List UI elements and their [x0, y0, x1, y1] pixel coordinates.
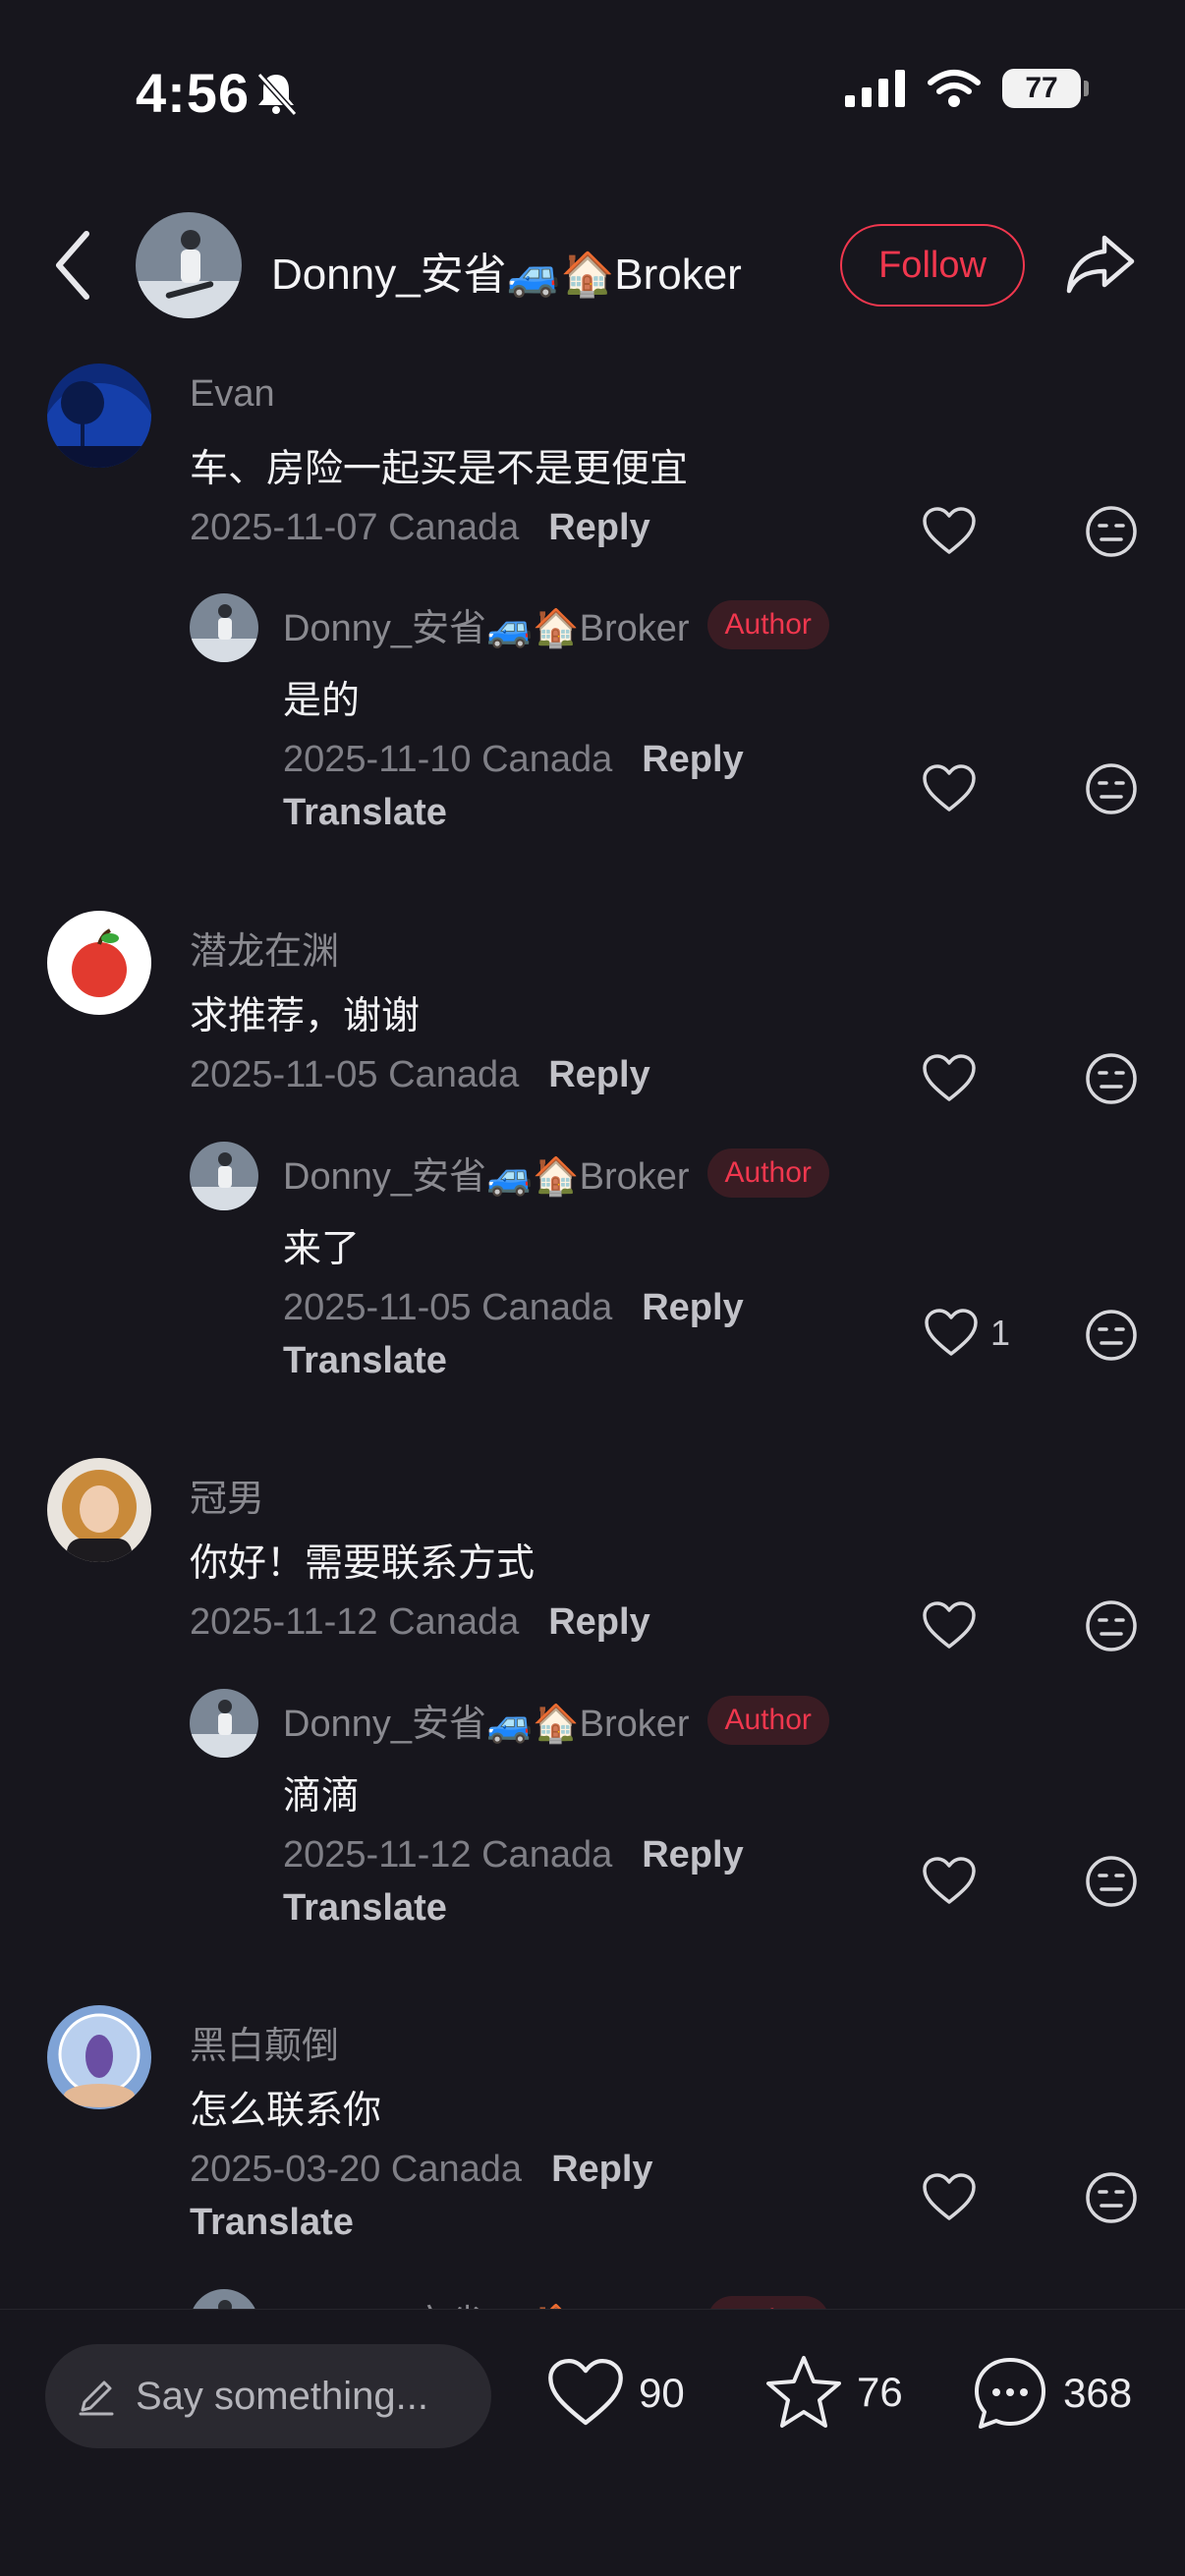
- reply-date: 2025-11-10 Canada: [283, 739, 613, 780]
- star-icon[interactable]: [764, 2354, 843, 2431]
- comment-text: 车、房险一起买是不是更便宜: [190, 448, 689, 490]
- commenter-name[interactable]: 黑白颠倒: [190, 2015, 339, 2069]
- status-time: 4:56: [136, 62, 251, 124]
- heart-icon[interactable]: [922, 1857, 977, 1906]
- reply-name[interactable]: Donny_安省🚙🏠Broker: [283, 1693, 690, 1747]
- reply-button[interactable]: Reply: [548, 507, 649, 548]
- author-badge: Author: [706, 1148, 829, 1198]
- like-count: 90: [639, 2370, 685, 2416]
- comment-input-placeholder: Say something...: [136, 2374, 428, 2418]
- battery-indicator: 77: [1002, 69, 1089, 108]
- dislike-icon[interactable]: [1085, 1052, 1138, 1105]
- reply-button[interactable]: Reply: [548, 1601, 649, 1643]
- share-icon[interactable]: [1065, 232, 1136, 297]
- translate-button[interactable]: Translate: [283, 792, 447, 834]
- commenter-avatar[interactable]: [47, 911, 151, 1015]
- heart-icon[interactable]: [922, 764, 977, 813]
- reply-name[interactable]: Donny_安省🚙🏠Broker: [283, 1146, 690, 1200]
- reply-name[interactable]: Donny_安省🚙🏠Broker: [283, 597, 690, 651]
- commenter-name[interactable]: 冠男: [190, 1468, 264, 1522]
- heart-icon[interactable]: [922, 1054, 977, 1103]
- author-badge: Author: [706, 1695, 829, 1745]
- like-count: 1: [990, 1313, 1011, 1353]
- reply-button[interactable]: Reply: [642, 739, 743, 780]
- reply-avatar[interactable]: [190, 593, 258, 662]
- commenter-name[interactable]: 潜龙在渊: [190, 921, 339, 975]
- comment-date: 2025-11-05 Canada: [190, 1054, 520, 1095]
- commenter-avatar[interactable]: [47, 364, 151, 468]
- translate-button[interactable]: Translate: [283, 1887, 447, 1930]
- comments-button[interactable]: 368: [971, 2354, 1132, 2433]
- reply-date: 2025-11-05 Canada: [283, 1287, 613, 1328]
- author-badge: Author: [706, 599, 829, 649]
- commenter-avatar[interactable]: [47, 2005, 151, 2109]
- reply-button[interactable]: Reply: [642, 1834, 743, 1876]
- signal-icon: [845, 70, 905, 107]
- follow-button[interactable]: Follow: [840, 224, 1025, 307]
- heart-icon[interactable]: [922, 2173, 977, 2222]
- reply-avatar[interactable]: [190, 1689, 258, 1758]
- comment-input[interactable]: Say something...: [45, 2344, 491, 2448]
- heart-icon[interactable]: [922, 507, 977, 556]
- back-icon[interactable]: [49, 226, 98, 305]
- dislike-icon[interactable]: [1085, 505, 1138, 558]
- heart-icon[interactable]: [924, 1309, 979, 1358]
- author-avatar[interactable]: [136, 212, 242, 318]
- commenter-name[interactable]: Evan: [190, 373, 275, 416]
- comment-text: 求推荐，谢谢: [190, 995, 421, 1037]
- comment-count: 368: [1063, 2370, 1133, 2416]
- author-name[interactable]: Donny_安省🚙🏠Broker: [271, 239, 742, 302]
- dislike-icon[interactable]: [1085, 1855, 1138, 1908]
- like-button[interactable]: 90: [546, 2358, 685, 2429]
- reply-avatar[interactable]: [190, 1142, 258, 1210]
- comment-date: 2025-11-07 Canada: [190, 507, 520, 548]
- comment-text: 怎么联系你: [190, 2090, 382, 2132]
- dislike-icon[interactable]: [1085, 1599, 1138, 1652]
- pencil-icon: [79, 2380, 114, 2416]
- comment-date: 2025-03-20 Canada: [190, 2149, 523, 2190]
- bell-muted-icon: [256, 72, 298, 117]
- reply-button[interactable]: Reply: [548, 1054, 649, 1095]
- wifi-icon: [928, 70, 981, 107]
- reply-date: 2025-11-12 Canada: [283, 1834, 613, 1876]
- heart-icon[interactable]: [922, 1601, 977, 1651]
- reply-text: 滴滴: [283, 1775, 361, 1818]
- dislike-icon[interactable]: [1085, 2171, 1138, 2224]
- commenter-avatar[interactable]: [47, 1458, 151, 1562]
- reply-button[interactable]: Reply: [642, 1287, 743, 1328]
- heart-icon[interactable]: [546, 2358, 625, 2429]
- reply-like[interactable]: 1: [924, 1309, 1010, 1358]
- reply-text: 是的: [283, 680, 361, 722]
- reply-text: 来了: [283, 1228, 361, 1270]
- dislike-icon[interactable]: [1085, 1309, 1138, 1362]
- star-count: 76: [857, 2369, 903, 2415]
- collect-button[interactable]: 76: [764, 2354, 903, 2431]
- comment-date: 2025-11-12 Canada: [190, 1601, 520, 1643]
- dislike-icon[interactable]: [1085, 762, 1138, 815]
- comment-bubble-icon[interactable]: [971, 2354, 1049, 2433]
- reply-button[interactable]: Reply: [551, 2149, 652, 2190]
- translate-button[interactable]: Translate: [283, 1340, 447, 1382]
- comment-text: 你好！需要联系方式: [190, 1542, 536, 1585]
- translate-button[interactable]: Translate: [190, 2202, 354, 2244]
